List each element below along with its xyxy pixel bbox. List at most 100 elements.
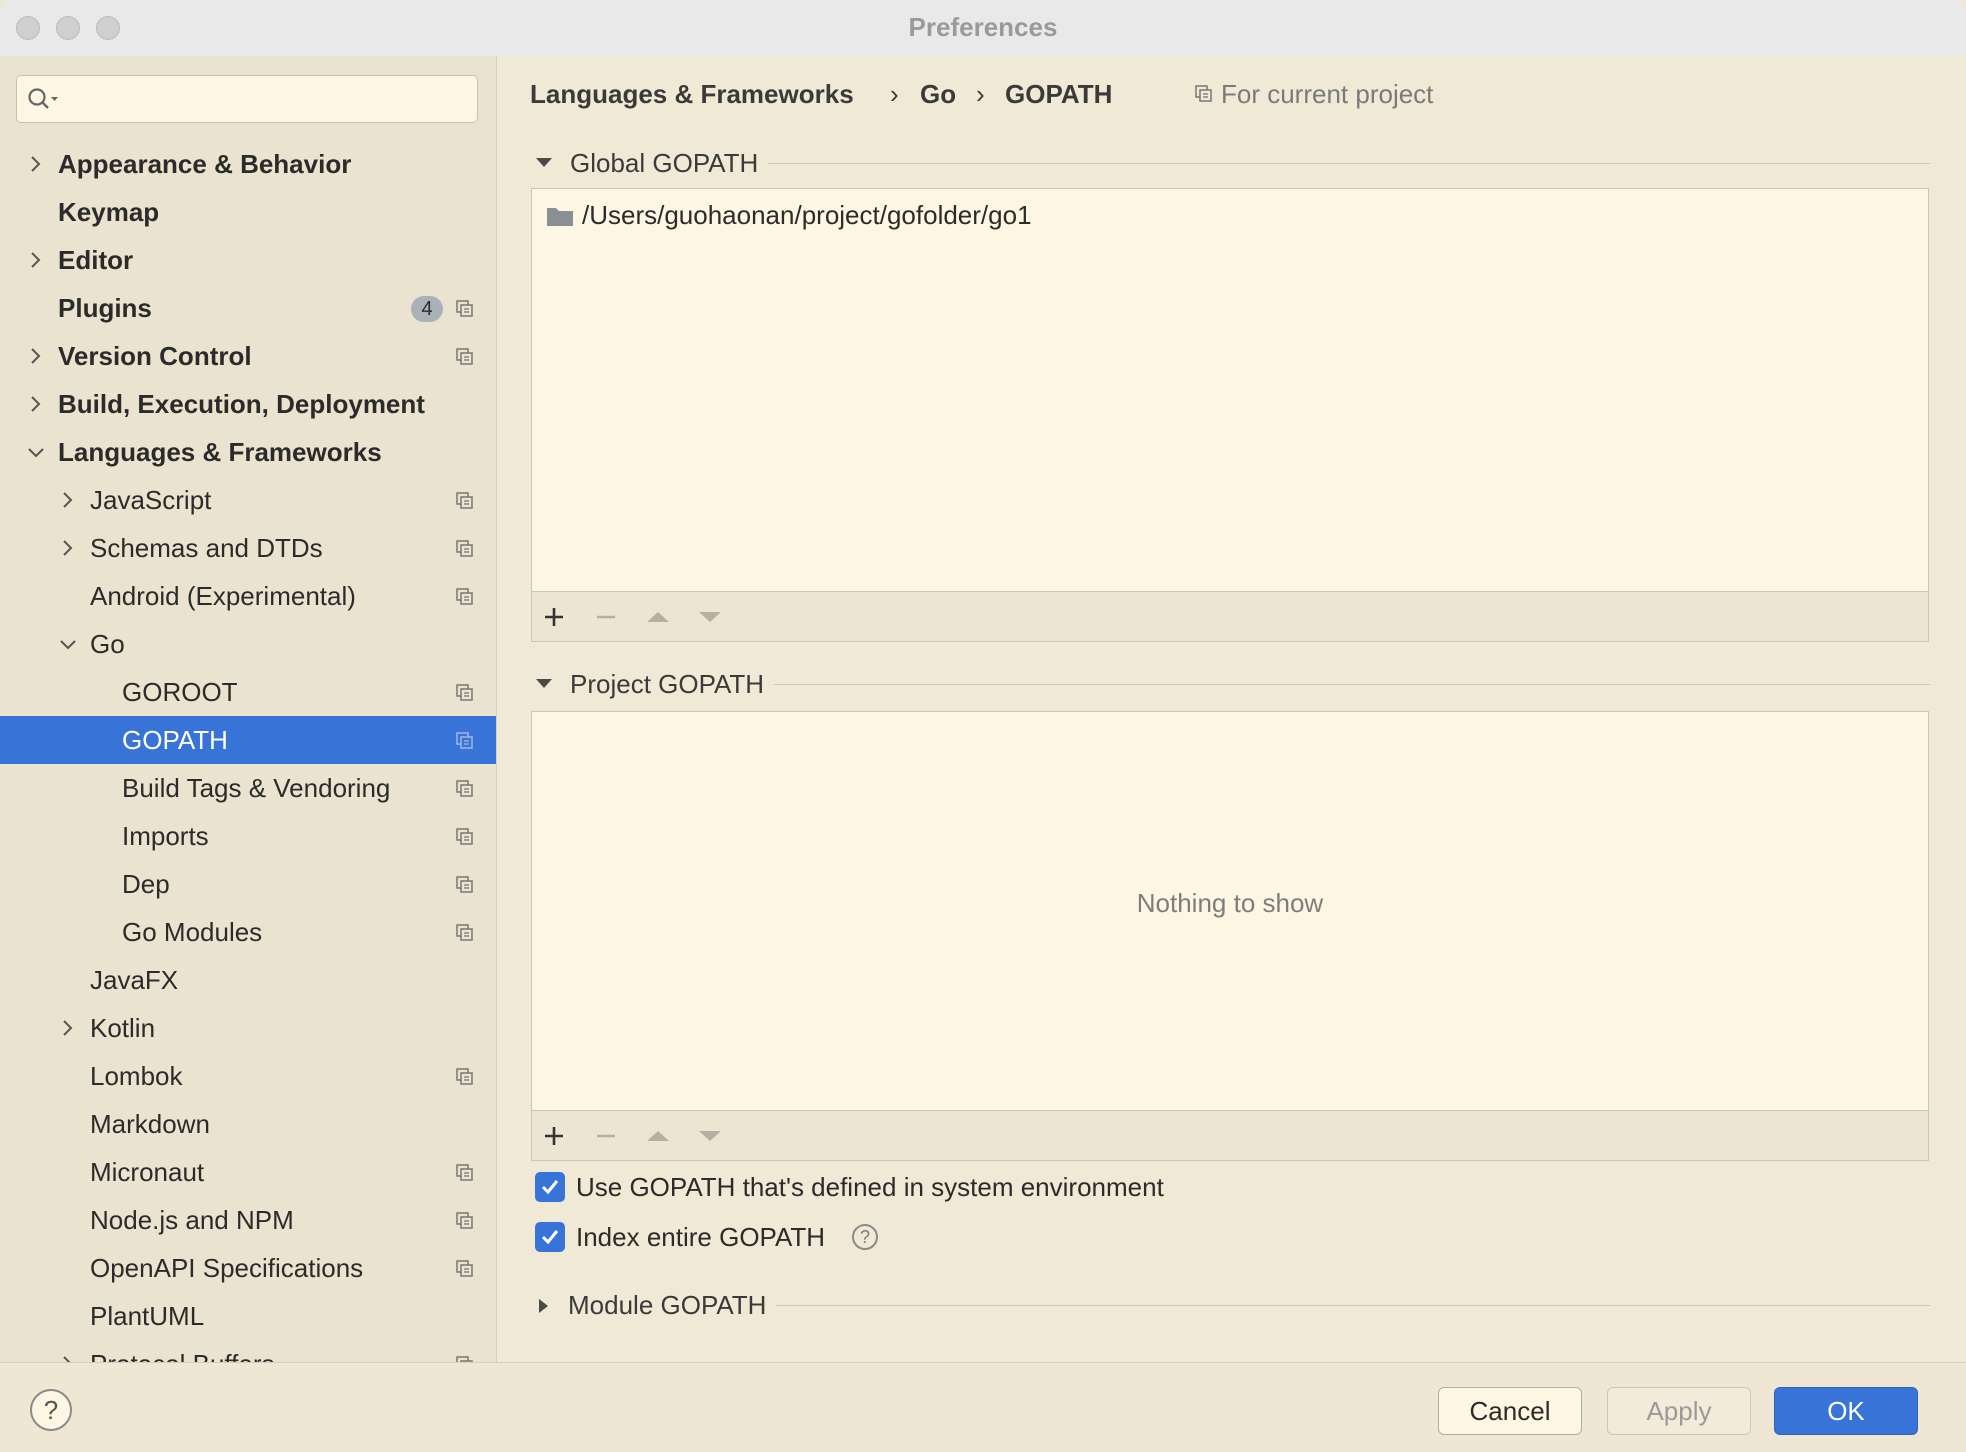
remove-icon[interactable] (592, 603, 620, 631)
project-settings-icon (456, 876, 473, 893)
sidebar-item-label: Go Modules (122, 917, 263, 947)
settings-search-input[interactable] (16, 75, 478, 123)
search-icon (28, 88, 58, 109)
sidebar-item-micronaut[interactable]: Micronaut (0, 1148, 496, 1196)
chevron-right-icon (63, 492, 73, 508)
index-entire-gopath-label[interactable]: Index entire GOPATH (576, 1219, 825, 1255)
project-settings-icon (456, 684, 473, 701)
global-gopath-list[interactable]: /Users/guohaonan/project/gofolder/go1 (531, 188, 1929, 592)
sidebar-item-kotlin[interactable]: Kotlin (0, 1004, 496, 1052)
sidebar-item-label: GOPATH (122, 725, 228, 755)
sidebar-item-label: Appearance & Behavior (58, 149, 352, 179)
chevron-right-icon (31, 156, 41, 172)
sidebar-item-label: Imports (122, 821, 209, 851)
sidebar-item-schemas-dtds[interactable]: Schemas and DTDs (0, 524, 496, 572)
project-gopath-header[interactable]: Project GOPATH (530, 664, 1930, 704)
dialog-footer: ? Cancel Apply OK (0, 1362, 1966, 1452)
project-settings-icon (456, 780, 473, 797)
sidebar-item-label: GOROOT (122, 677, 238, 707)
project-settings-icon (456, 492, 473, 509)
window-title: Preferences (908, 12, 1058, 42)
breadcrumb-item: GOPATH (1005, 79, 1113, 109)
sidebar-item-label: OpenAPI Specifications (90, 1253, 364, 1283)
ok-button[interactable]: OK (1774, 1387, 1918, 1435)
project-settings-icon (456, 1260, 473, 1277)
gopath-entry: /Users/guohaonan/project/gofolder/go1 (582, 200, 1032, 230)
sidebar-item-javafx[interactable]: JavaFX (0, 956, 496, 1004)
sidebar-item-gopath[interactable]: GOPATH (0, 716, 496, 764)
chevron-right-icon (63, 1020, 73, 1036)
plugins-update-badge: 4 (411, 296, 443, 322)
sidebar-item-plantuml[interactable]: PlantUML (0, 1292, 496, 1340)
sidebar-item-label: Version Control (58, 341, 252, 371)
project-settings-icon (456, 828, 473, 845)
section-divider (750, 163, 1930, 164)
sidebar-item-go[interactable]: Go (0, 620, 496, 668)
sidebar-item-label: Markdown (90, 1109, 210, 1139)
add-icon[interactable] (540, 603, 568, 631)
section-title: Project GOPATH (570, 664, 775, 704)
help-button[interactable]: ? (30, 1389, 72, 1431)
breadcrumb-separator: › (976, 79, 985, 109)
preferences-window: Preferences Appearance & Behavior Keymap… (0, 0, 1966, 1452)
add-icon[interactable] (540, 1122, 568, 1150)
sidebar-item-protocol-buffers[interactable]: Protocol Buffers (0, 1340, 496, 1362)
move-down-icon[interactable] (696, 1122, 724, 1150)
sidebar-item-openapi[interactable]: OpenAPI Specifications (0, 1244, 496, 1292)
global-gopath-toolbar (531, 592, 1929, 642)
folder-icon (547, 208, 573, 226)
project-settings-icon (456, 1068, 473, 1085)
use-system-env-label[interactable]: Use GOPATH that's defined in system envi… (576, 1169, 1164, 1205)
sidebar-item-appearance[interactable]: Appearance & Behavior (0, 140, 496, 188)
sidebar-item-version-control[interactable]: Version Control (0, 332, 496, 380)
chevron-right-icon (31, 396, 41, 412)
empty-state-text: Nothing to show (1136, 888, 1324, 918)
sidebar-item-keymap[interactable]: Keymap (0, 188, 496, 236)
move-up-icon[interactable] (644, 1122, 672, 1150)
project-settings-icon (456, 732, 473, 749)
project-settings-icon (456, 348, 473, 365)
chevron-right-icon (31, 252, 41, 268)
sidebar-item-label: JavaScript (90, 485, 212, 515)
triangle-right-icon (539, 1299, 548, 1313)
breadcrumb-item: Languages & Frameworks (530, 79, 854, 109)
index-entire-gopath-checkbox[interactable] (535, 1222, 565, 1252)
apply-button[interactable]: Apply (1607, 1387, 1751, 1435)
sidebar-item-label: Dep (122, 869, 170, 899)
sidebar-item-label: Android (Experimental) (90, 581, 356, 611)
sidebar-item-label: Plugins (58, 293, 152, 323)
move-down-icon[interactable] (696, 603, 724, 631)
sidebar-item-javascript[interactable]: JavaScript (0, 476, 496, 524)
sidebar-item-go-modules[interactable]: Go Modules (0, 908, 496, 956)
sidebar-item-label: Go (90, 629, 125, 659)
cancel-button[interactable]: Cancel (1438, 1387, 1582, 1435)
section-title: Module GOPATH (568, 1285, 777, 1325)
remove-icon[interactable] (592, 1122, 620, 1150)
sidebar-item-languages-frameworks[interactable]: Languages & Frameworks (0, 428, 496, 476)
module-gopath-header[interactable]: Module GOPATH (530, 1285, 1930, 1325)
move-up-icon[interactable] (644, 603, 672, 631)
section-divider (758, 684, 1930, 685)
sidebar-item-dep[interactable]: Dep (0, 860, 496, 908)
sidebar-item-plugins[interactable]: Plugins 4 (0, 284, 496, 332)
sidebar-item-lombok[interactable]: Lombok (0, 1052, 496, 1100)
sidebar-item-nodejs[interactable]: Node.js and NPM (0, 1196, 496, 1244)
sidebar-item-build-execution[interactable]: Build, Execution, Deployment (0, 380, 496, 428)
project-gopath-toolbar (531, 1111, 1929, 1161)
use-system-env-checkbox[interactable] (535, 1172, 565, 1202)
checkmark-icon (541, 1230, 559, 1245)
sidebar-item-editor[interactable]: Editor (0, 236, 496, 284)
global-gopath-header[interactable]: Global GOPATH (530, 143, 1930, 183)
chevron-down-icon (60, 640, 76, 650)
sidebar-item-label: Protocol Buffers (90, 1340, 275, 1362)
sidebar-item-goroot[interactable]: GOROOT (0, 668, 496, 716)
sidebar-item-android[interactable]: Android (Experimental) (0, 572, 496, 620)
project-gopath-list[interactable]: Nothing to show (531, 711, 1929, 1111)
project-settings-icon (456, 588, 473, 605)
sidebar-item-markdown[interactable]: Markdown (0, 1100, 496, 1148)
sidebar-item-imports[interactable]: Imports (0, 812, 496, 860)
help-icon[interactable]: ? (852, 1224, 878, 1250)
sidebar-item-label: PlantUML (90, 1301, 205, 1331)
sidebar-item-build-tags[interactable]: Build Tags & Vendoring (0, 764, 496, 812)
triangle-down-icon (536, 158, 552, 167)
